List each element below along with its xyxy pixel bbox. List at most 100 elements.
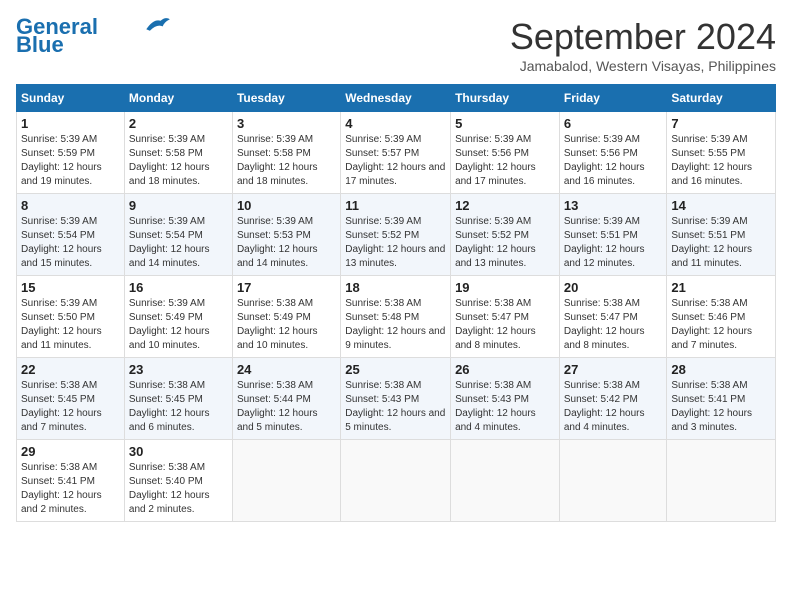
day-info: Sunrise: 5:39 AM Sunset: 5:54 PM Dayligh… — [21, 215, 120, 271]
calendar-cell: 19 Sunrise: 5:38 AM Sunset: 5:47 PM Dayl… — [451, 276, 560, 358]
weekday-header-sunday: Sunday — [17, 85, 125, 112]
calendar-cell: 21 Sunrise: 5:38 AM Sunset: 5:46 PM Dayl… — [667, 276, 776, 358]
day-info: Sunrise: 5:38 AM Sunset: 5:44 PM Dayligh… — [237, 379, 336, 435]
day-number: 28 — [671, 362, 771, 377]
calendar-cell: 8 Sunrise: 5:39 AM Sunset: 5:54 PM Dayli… — [17, 194, 125, 276]
day-info: Sunrise: 5:39 AM Sunset: 5:56 PM Dayligh… — [455, 133, 555, 189]
calendar-cell: 23 Sunrise: 5:38 AM Sunset: 5:45 PM Dayl… — [124, 358, 232, 440]
day-number: 19 — [455, 280, 555, 295]
day-number: 13 — [564, 198, 663, 213]
day-number: 6 — [564, 116, 663, 131]
calendar-cell: 25 Sunrise: 5:38 AM Sunset: 5:43 PM Dayl… — [341, 358, 451, 440]
day-info: Sunrise: 5:38 AM Sunset: 5:48 PM Dayligh… — [345, 297, 446, 353]
calendar-cell — [341, 440, 451, 522]
day-info: Sunrise: 5:38 AM Sunset: 5:46 PM Dayligh… — [671, 297, 771, 353]
calendar-cell: 11 Sunrise: 5:39 AM Sunset: 5:52 PM Dayl… — [341, 194, 451, 276]
day-number: 1 — [21, 116, 120, 131]
logo: General Blue — [16, 16, 172, 58]
day-info: Sunrise: 5:38 AM Sunset: 5:41 PM Dayligh… — [671, 379, 771, 435]
day-info: Sunrise: 5:39 AM Sunset: 5:54 PM Dayligh… — [129, 215, 228, 271]
day-number: 12 — [455, 198, 555, 213]
calendar-cell: 18 Sunrise: 5:38 AM Sunset: 5:48 PM Dayl… — [341, 276, 451, 358]
calendar-cell — [667, 440, 776, 522]
calendar-cell: 29 Sunrise: 5:38 AM Sunset: 5:41 PM Dayl… — [17, 440, 125, 522]
day-info: Sunrise: 5:39 AM Sunset: 5:51 PM Dayligh… — [564, 215, 663, 271]
day-info: Sunrise: 5:39 AM Sunset: 5:57 PM Dayligh… — [345, 133, 446, 189]
location-subtitle: Jamabalod, Western Visayas, Philippines — [510, 58, 776, 74]
logo-bird-icon — [142, 15, 172, 35]
calendar-cell — [232, 440, 340, 522]
day-number: 2 — [129, 116, 228, 131]
day-info: Sunrise: 5:39 AM Sunset: 5:55 PM Dayligh… — [671, 133, 771, 189]
calendar-cell: 28 Sunrise: 5:38 AM Sunset: 5:41 PM Dayl… — [667, 358, 776, 440]
day-info: Sunrise: 5:39 AM Sunset: 5:52 PM Dayligh… — [345, 215, 446, 271]
calendar-cell: 14 Sunrise: 5:39 AM Sunset: 5:51 PM Dayl… — [667, 194, 776, 276]
day-number: 3 — [237, 116, 336, 131]
day-number: 22 — [21, 362, 120, 377]
day-number: 18 — [345, 280, 446, 295]
calendar-cell: 27 Sunrise: 5:38 AM Sunset: 5:42 PM Dayl… — [559, 358, 667, 440]
calendar-cell: 30 Sunrise: 5:38 AM Sunset: 5:40 PM Dayl… — [124, 440, 232, 522]
day-info: Sunrise: 5:38 AM Sunset: 5:45 PM Dayligh… — [21, 379, 120, 435]
calendar-cell: 12 Sunrise: 5:39 AM Sunset: 5:52 PM Dayl… — [451, 194, 560, 276]
day-info: Sunrise: 5:39 AM Sunset: 5:53 PM Dayligh… — [237, 215, 336, 271]
weekday-header-thursday: Thursday — [451, 85, 560, 112]
calendar-cell: 26 Sunrise: 5:38 AM Sunset: 5:43 PM Dayl… — [451, 358, 560, 440]
day-number: 24 — [237, 362, 336, 377]
day-info: Sunrise: 5:38 AM Sunset: 5:47 PM Dayligh… — [564, 297, 663, 353]
calendar-cell: 22 Sunrise: 5:38 AM Sunset: 5:45 PM Dayl… — [17, 358, 125, 440]
calendar-cell: 5 Sunrise: 5:39 AM Sunset: 5:56 PM Dayli… — [451, 112, 560, 194]
day-number: 20 — [564, 280, 663, 295]
calendar-cell: 6 Sunrise: 5:39 AM Sunset: 5:56 PM Dayli… — [559, 112, 667, 194]
day-number: 16 — [129, 280, 228, 295]
weekday-row: SundayMondayTuesdayWednesdayThursdayFrid… — [17, 85, 776, 112]
day-info: Sunrise: 5:38 AM Sunset: 5:45 PM Dayligh… — [129, 379, 228, 435]
week-row-1: 1 Sunrise: 5:39 AM Sunset: 5:59 PM Dayli… — [17, 112, 776, 194]
calendar-cell: 7 Sunrise: 5:39 AM Sunset: 5:55 PM Dayli… — [667, 112, 776, 194]
day-info: Sunrise: 5:39 AM Sunset: 5:49 PM Dayligh… — [129, 297, 228, 353]
weekday-header-saturday: Saturday — [667, 85, 776, 112]
day-info: Sunrise: 5:39 AM Sunset: 5:58 PM Dayligh… — [237, 133, 336, 189]
weekday-header-friday: Friday — [559, 85, 667, 112]
title-block: September 2024 Jamabalod, Western Visaya… — [510, 16, 776, 74]
calendar-cell — [451, 440, 560, 522]
day-number: 29 — [21, 444, 120, 459]
day-number: 26 — [455, 362, 555, 377]
day-info: Sunrise: 5:39 AM Sunset: 5:56 PM Dayligh… — [564, 133, 663, 189]
day-number: 9 — [129, 198, 228, 213]
day-info: Sunrise: 5:39 AM Sunset: 5:59 PM Dayligh… — [21, 133, 120, 189]
calendar-cell: 9 Sunrise: 5:39 AM Sunset: 5:54 PM Dayli… — [124, 194, 232, 276]
day-info: Sunrise: 5:39 AM Sunset: 5:58 PM Dayligh… — [129, 133, 228, 189]
weekday-header-wednesday: Wednesday — [341, 85, 451, 112]
day-number: 5 — [455, 116, 555, 131]
calendar-cell: 24 Sunrise: 5:38 AM Sunset: 5:44 PM Dayl… — [232, 358, 340, 440]
day-info: Sunrise: 5:38 AM Sunset: 5:43 PM Dayligh… — [455, 379, 555, 435]
day-info: Sunrise: 5:38 AM Sunset: 5:40 PM Dayligh… — [129, 461, 228, 517]
day-info: Sunrise: 5:38 AM Sunset: 5:47 PM Dayligh… — [455, 297, 555, 353]
calendar-body: 1 Sunrise: 5:39 AM Sunset: 5:59 PM Dayli… — [17, 112, 776, 522]
day-number: 23 — [129, 362, 228, 377]
day-number: 14 — [671, 198, 771, 213]
week-row-2: 8 Sunrise: 5:39 AM Sunset: 5:54 PM Dayli… — [17, 194, 776, 276]
day-info: Sunrise: 5:39 AM Sunset: 5:52 PM Dayligh… — [455, 215, 555, 271]
day-info: Sunrise: 5:38 AM Sunset: 5:43 PM Dayligh… — [345, 379, 446, 435]
calendar-header: SundayMondayTuesdayWednesdayThursdayFrid… — [17, 85, 776, 112]
day-info: Sunrise: 5:39 AM Sunset: 5:51 PM Dayligh… — [671, 215, 771, 271]
day-number: 7 — [671, 116, 771, 131]
weekday-header-tuesday: Tuesday — [232, 85, 340, 112]
calendar-cell: 4 Sunrise: 5:39 AM Sunset: 5:57 PM Dayli… — [341, 112, 451, 194]
calendar-cell: 2 Sunrise: 5:39 AM Sunset: 5:58 PM Dayli… — [124, 112, 232, 194]
day-number: 11 — [345, 198, 446, 213]
calendar-cell: 13 Sunrise: 5:39 AM Sunset: 5:51 PM Dayl… — [559, 194, 667, 276]
day-number: 25 — [345, 362, 446, 377]
day-info: Sunrise: 5:39 AM Sunset: 5:50 PM Dayligh… — [21, 297, 120, 353]
calendar-cell: 1 Sunrise: 5:39 AM Sunset: 5:59 PM Dayli… — [17, 112, 125, 194]
day-info: Sunrise: 5:38 AM Sunset: 5:49 PM Dayligh… — [237, 297, 336, 353]
day-info: Sunrise: 5:38 AM Sunset: 5:41 PM Dayligh… — [21, 461, 120, 517]
calendar-cell: 16 Sunrise: 5:39 AM Sunset: 5:49 PM Dayl… — [124, 276, 232, 358]
day-number: 8 — [21, 198, 120, 213]
day-number: 27 — [564, 362, 663, 377]
page-header: General Blue September 2024 Jamabalod, W… — [16, 16, 776, 74]
weekday-header-monday: Monday — [124, 85, 232, 112]
day-number: 10 — [237, 198, 336, 213]
